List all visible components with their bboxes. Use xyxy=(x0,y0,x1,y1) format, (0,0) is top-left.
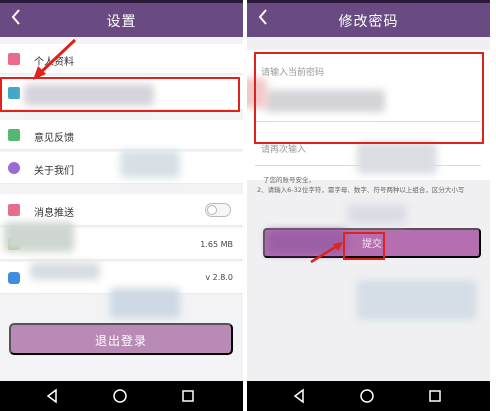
feedback-icon xyxy=(8,129,20,141)
cache-size: 1.65 MB xyxy=(200,240,233,249)
redaction-blur xyxy=(347,204,407,224)
nav-recent-button[interactable] xyxy=(427,388,443,404)
password-hint-2: 2、请输入6-32位字符，需字母、数字、符号两种以上组合，区分大小写 xyxy=(257,186,465,194)
push-toggle[interactable] xyxy=(205,203,231,217)
annotation-highlight-box xyxy=(343,232,385,260)
update-icon xyxy=(8,272,20,284)
settings-title-bar: 设置 xyxy=(0,3,243,37)
nav-back-button[interactable] xyxy=(44,388,60,404)
password-hint-1: 了您的账号安全， xyxy=(263,176,315,184)
nav-back-button[interactable] xyxy=(291,388,307,404)
redaction-blur xyxy=(4,222,74,252)
circle-home-icon xyxy=(113,389,127,403)
android-nav-bar xyxy=(247,381,490,411)
settings-item-label: 消息推送 xyxy=(34,208,74,219)
settings-item-label: 关于我们 xyxy=(34,166,74,177)
version-number: v 2.8.0 xyxy=(205,273,233,282)
annotation-highlight-box xyxy=(254,52,484,144)
square-recent-icon xyxy=(182,390,194,402)
redaction-blur xyxy=(357,142,437,174)
nav-home-button[interactable] xyxy=(359,388,375,404)
settings-item-feedback[interactable]: 意见反馈 xyxy=(0,120,243,150)
change-password-screen: 修改密码 请输入当前密码 请再次输入 了您的账号安全， 2、请输入6-32位字符… xyxy=(247,0,490,411)
circle-home-icon xyxy=(360,389,374,403)
message-icon xyxy=(8,204,20,216)
logout-button[interactable]: 退出登录 xyxy=(9,323,233,355)
page-title: 设置 xyxy=(106,14,137,30)
info-icon xyxy=(8,162,20,174)
change-password-title-bar: 修改密码 xyxy=(247,3,490,37)
triangle-back-icon xyxy=(293,388,304,404)
settings-item-label: 意见反馈 xyxy=(34,133,74,144)
triangle-back-icon xyxy=(46,388,57,404)
square-recent-icon xyxy=(429,390,441,402)
page-title: 修改密码 xyxy=(338,14,399,30)
settings-screen: 设置 个人资料 意见反馈 关于我们 消息推送 1.65 MB v 2.8.0 退… xyxy=(0,0,243,411)
android-nav-bar xyxy=(0,381,243,411)
redaction-blur xyxy=(120,150,180,178)
annotation-arrow-icon xyxy=(310,242,343,264)
nav-home-button[interactable] xyxy=(112,388,128,404)
redaction-blur xyxy=(357,280,477,320)
annotation-arrow-icon xyxy=(33,38,77,80)
annotation-highlight-box xyxy=(0,77,240,112)
profile-icon xyxy=(8,53,20,65)
redaction-blur xyxy=(110,288,180,318)
toggle-knob xyxy=(207,205,217,215)
redaction-blur xyxy=(30,262,100,280)
nav-recent-button[interactable] xyxy=(180,388,196,404)
